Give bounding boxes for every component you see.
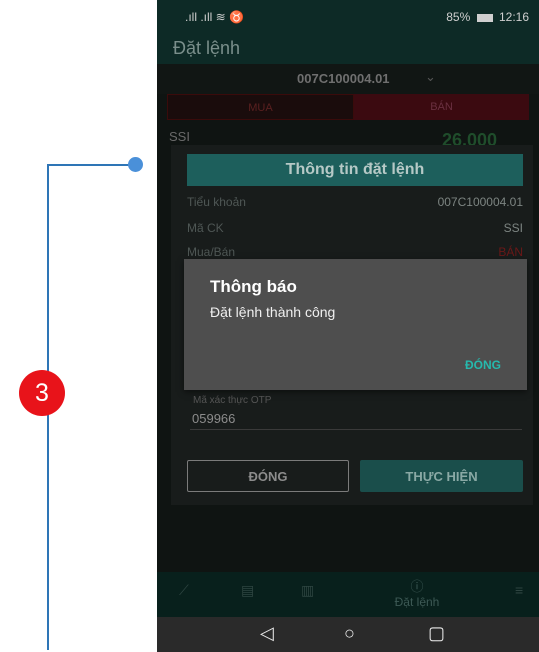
- step-badge: 3: [19, 370, 65, 416]
- battery-level: 85%: [446, 10, 471, 24]
- otp-label: Mã xác thực OTP: [193, 395, 272, 406]
- signal-icons: .ıll .ıll ≋ ♉: [185, 10, 244, 24]
- info-label: Mua/Bán: [187, 245, 236, 259]
- page-title: Đặt lệnh: [173, 38, 241, 58]
- menu-icon[interactable]: ≡: [515, 582, 523, 598]
- bottom-nav: ⟋ ▤ ▥ ⓘ Đặt lệnh ≡: [157, 572, 539, 617]
- otp-input[interactable]: [190, 407, 522, 430]
- order-icon: ⓘ: [410, 579, 424, 594]
- back-icon[interactable]: ◁: [260, 623, 274, 644]
- system-nav-bar: ◁ ○ ▢: [157, 617, 539, 652]
- alert-title: Thông báo: [210, 277, 297, 296]
- info-value: BÁN: [498, 245, 523, 259]
- alert-message: Đặt lệnh thành công: [210, 304, 336, 320]
- list-icon[interactable]: ▤: [241, 582, 254, 599]
- battery-icon: [476, 13, 493, 22]
- phone-screen: .ıll .ıll ≋ ♉ 85% 12:16 Đặt lệnh 007C100…: [157, 0, 539, 652]
- app-bar: Đặt lệnh: [157, 34, 539, 64]
- stock-symbol: SSI: [169, 129, 190, 144]
- chart-icon[interactable]: ⟋: [179, 582, 189, 599]
- dialog-title: Thông tin đặt lệnh: [187, 154, 523, 186]
- info-value: SSI: [503, 221, 523, 235]
- portfolio-icon[interactable]: ▥: [301, 582, 314, 599]
- clock: 12:16: [498, 10, 529, 24]
- close-button[interactable]: ĐÓNG: [187, 460, 349, 492]
- info-row-account: Tiểu khoản 007C100004.01: [187, 195, 523, 215]
- tab-sell[interactable]: BÁN: [354, 94, 529, 120]
- info-label: Mã CK: [187, 221, 224, 235]
- nav-item-order[interactable]: ⓘ Đặt lệnh: [382, 576, 452, 609]
- callout-dot: [128, 157, 143, 172]
- status-bar: .ıll .ıll ≋ ♉ 85% 12:16: [157, 0, 539, 34]
- nav-item-label: Đặt lệnh: [394, 595, 440, 609]
- submit-order-button[interactable]: THỰC HIỆN: [360, 460, 523, 492]
- account-number: 007C100004.01: [297, 71, 390, 86]
- tab-buy[interactable]: MUA: [167, 94, 354, 120]
- info-value: 007C100004.01: [437, 195, 523, 209]
- alert-close-button[interactable]: ĐÓNG: [465, 358, 501, 372]
- chevron-down-icon: ⌄: [425, 69, 436, 84]
- account-selector[interactable]: 007C100004.01 ⌄: [157, 64, 539, 94]
- info-label: Tiểu khoản: [187, 195, 246, 209]
- info-row-symbol: Mã CK SSI: [187, 221, 523, 241]
- recents-icon[interactable]: ▢: [428, 623, 445, 644]
- status-right: 85% 12:16: [446, 10, 529, 24]
- home-icon[interactable]: ○: [344, 623, 355, 644]
- callout-connector: [47, 164, 136, 166]
- notification-alert: Thông báo Đặt lệnh thành công ĐÓNG: [184, 259, 527, 390]
